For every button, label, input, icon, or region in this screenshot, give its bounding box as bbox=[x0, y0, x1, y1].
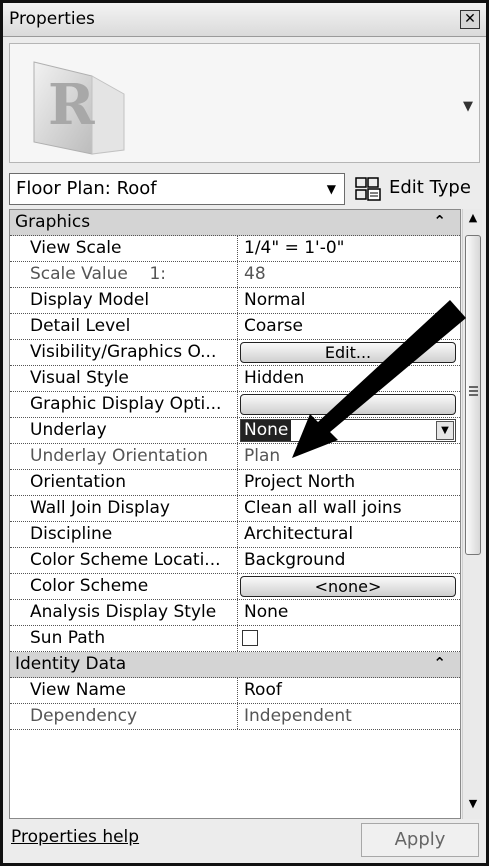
property-row-scale-value[interactable]: Scale Value 1: 48 bbox=[10, 262, 460, 288]
underlay-dropdown[interactable]: None ▼ bbox=[240, 419, 456, 442]
properties-palette: Properties ✕ R ▼ Floor Plan: Roof ▼ Edit… bbox=[0, 0, 489, 866]
grip-icon bbox=[469, 386, 478, 396]
property-name: View Name bbox=[10, 678, 238, 703]
property-value[interactable]: Project North bbox=[238, 470, 460, 495]
property-name: Underlay bbox=[10, 418, 238, 443]
property-row-visibility-graphics[interactable]: Visibility/Graphics O... Edit... bbox=[10, 340, 460, 366]
property-value[interactable]: Coarse bbox=[238, 314, 460, 339]
graphic-display-options-button[interactable] bbox=[240, 394, 456, 415]
svg-text:R: R bbox=[48, 72, 95, 138]
property-row-detail-level[interactable]: Detail Level Coarse bbox=[10, 314, 460, 340]
property-value[interactable]: Architectural bbox=[238, 522, 460, 547]
property-name: Visual Style bbox=[10, 366, 238, 391]
property-name: Scale Value 1: bbox=[10, 262, 238, 287]
property-name: Detail Level bbox=[10, 314, 238, 339]
close-icon: ✕ bbox=[464, 11, 476, 27]
property-row-underlay-orientation[interactable]: Underlay Orientation Plan bbox=[10, 444, 460, 470]
property-row-sun-path[interactable]: Sun Path bbox=[10, 626, 460, 652]
property-value[interactable]: None bbox=[238, 600, 460, 625]
property-row-color-scheme[interactable]: Color Scheme <none> bbox=[10, 574, 460, 600]
property-row-underlay[interactable]: Underlay None ▼ bbox=[10, 418, 460, 444]
title-bar[interactable]: Properties ✕ bbox=[3, 3, 486, 37]
footer: Properties help Apply bbox=[3, 821, 486, 863]
property-row-analysis-display-style[interactable]: Analysis Display Style None bbox=[10, 600, 460, 626]
property-name: Discipline bbox=[10, 522, 238, 547]
property-value-cell: None ▼ bbox=[238, 418, 460, 443]
collapse-chevron-icon[interactable]: ⌃ bbox=[433, 654, 446, 672]
edit-type-icon bbox=[355, 177, 381, 201]
property-name: Wall Join Display bbox=[10, 496, 238, 521]
property-name: Dependency bbox=[10, 704, 238, 729]
chevron-down-icon: ▼ bbox=[326, 182, 336, 196]
property-value-cell: <none> bbox=[238, 574, 460, 599]
property-value[interactable]: 1/4" = 1'-0" bbox=[238, 236, 460, 261]
property-name: Visibility/Graphics O... bbox=[10, 340, 238, 365]
property-name: Orientation bbox=[10, 470, 238, 495]
property-name: Underlay Orientation bbox=[10, 444, 238, 469]
type-selector-row: Floor Plan: Roof ▼ Edit Type bbox=[3, 171, 486, 207]
sun-path-checkbox[interactable] bbox=[242, 630, 258, 646]
scroll-down-icon[interactable]: ▼ bbox=[463, 797, 483, 817]
window-title: Properties bbox=[9, 9, 95, 29]
group-header-graphics[interactable]: Graphics ⌃ bbox=[10, 210, 460, 236]
underlay-selected-value: None bbox=[241, 420, 292, 441]
apply-button[interactable]: Apply bbox=[361, 823, 479, 857]
property-name: View Scale bbox=[10, 236, 238, 261]
type-preview[interactable]: R ▼ bbox=[9, 43, 480, 163]
type-selector-dropdown[interactable]: Floor Plan: Roof ▼ bbox=[9, 173, 345, 205]
properties-help-link[interactable]: Properties help bbox=[11, 827, 139, 847]
property-row-dependency[interactable]: Dependency Independent bbox=[10, 704, 460, 730]
group-header-identity-data[interactable]: Identity Data ⌃ bbox=[10, 652, 460, 678]
property-row-graphic-display-options[interactable]: Graphic Display Opti... bbox=[10, 392, 460, 418]
property-value-cell: Edit... bbox=[238, 340, 460, 365]
property-name: Sun Path bbox=[10, 626, 238, 651]
property-name: Display Model bbox=[10, 288, 238, 313]
group-label: Graphics bbox=[15, 212, 91, 232]
property-row-orientation[interactable]: Orientation Project North bbox=[10, 470, 460, 496]
revit-logo-icon: R bbox=[20, 50, 132, 158]
property-value[interactable]: Plan bbox=[238, 444, 460, 469]
property-value[interactable]: Independent bbox=[238, 704, 460, 729]
type-selector-value: Floor Plan: Roof bbox=[16, 178, 157, 199]
preview-dropdown-icon[interactable]: ▼ bbox=[463, 99, 473, 114]
group-label: Identity Data bbox=[15, 654, 127, 674]
properties-grid: Graphics ⌃ View Scale 1/4" = 1'-0" Scale… bbox=[9, 209, 461, 819]
property-row-wall-join-display[interactable]: Wall Join Display Clean all wall joins bbox=[10, 496, 460, 522]
property-name: Color Scheme bbox=[10, 574, 238, 599]
property-value[interactable]: Normal bbox=[238, 288, 460, 313]
property-name: Color Scheme Locati... bbox=[10, 548, 238, 573]
property-value[interactable]: 48 bbox=[238, 262, 460, 287]
vertical-scrollbar[interactable]: ▲ ▼ bbox=[462, 209, 482, 819]
scrollbar-thumb[interactable] bbox=[465, 235, 481, 555]
scroll-up-icon[interactable]: ▲ bbox=[463, 211, 483, 231]
collapse-chevron-icon[interactable]: ⌃ bbox=[433, 212, 446, 230]
property-row-view-name[interactable]: View Name Roof bbox=[10, 678, 460, 704]
color-scheme-button[interactable]: <none> bbox=[240, 576, 456, 597]
property-row-color-scheme-location[interactable]: Color Scheme Locati... Background bbox=[10, 548, 460, 574]
property-value[interactable]: Background bbox=[238, 548, 460, 573]
property-value[interactable]: Roof bbox=[238, 678, 460, 703]
close-button[interactable]: ✕ bbox=[460, 10, 480, 29]
property-value-cell bbox=[238, 392, 460, 417]
property-row-visual-style[interactable]: Visual Style Hidden bbox=[10, 366, 460, 392]
property-value[interactable]: Clean all wall joins bbox=[238, 496, 460, 521]
property-name: Analysis Display Style bbox=[10, 600, 238, 625]
property-row-view-scale[interactable]: View Scale 1/4" = 1'-0" bbox=[10, 236, 460, 262]
chevron-down-icon[interactable]: ▼ bbox=[436, 421, 454, 440]
property-row-display-model[interactable]: Display Model Normal bbox=[10, 288, 460, 314]
property-name: Graphic Display Opti... bbox=[10, 392, 238, 417]
edit-type-label: Edit Type bbox=[389, 177, 471, 198]
property-value[interactable]: Hidden bbox=[238, 366, 460, 391]
property-row-discipline[interactable]: Discipline Architectural bbox=[10, 522, 460, 548]
property-value-cell bbox=[238, 626, 460, 651]
visibility-graphics-edit-button[interactable]: Edit... bbox=[240, 342, 456, 363]
